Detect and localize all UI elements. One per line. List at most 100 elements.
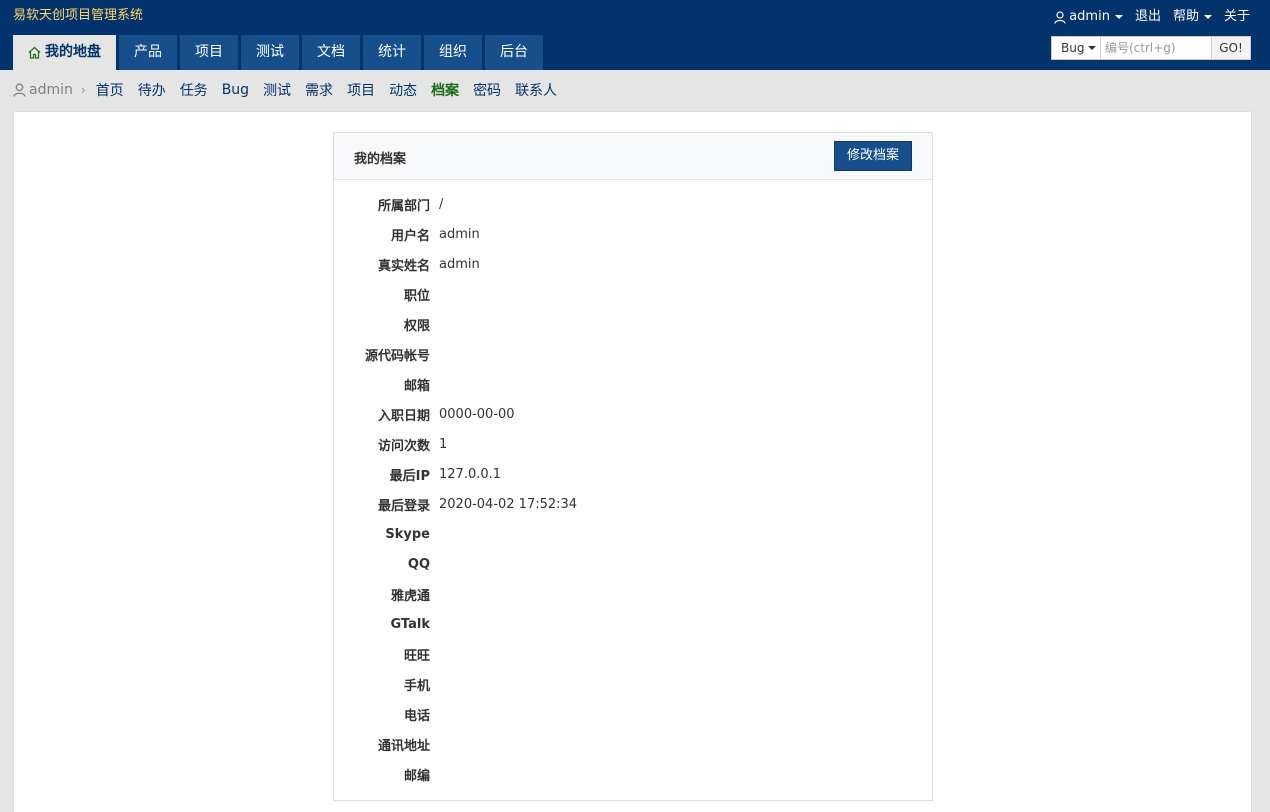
row-value: 2020-04-02 17:52:34 [439, 496, 578, 512]
profile-row: 通讯地址 [334, 729, 932, 759]
profile-row: GTalk [334, 609, 932, 639]
profile-row: 权限 [334, 309, 932, 339]
sub-nav-link-0[interactable]: 首页 [96, 80, 124, 100]
nav-tab-5[interactable]: 统计 [363, 35, 421, 70]
profile-row: 邮编 [334, 759, 932, 789]
breadcrumb-user: admin [29, 82, 73, 98]
search-go-button[interactable]: GO! [1212, 36, 1251, 60]
panel-title: 我的档案 [354, 152, 407, 167]
row-label: 旺旺 [403, 648, 430, 664]
nav-tab-3[interactable]: 测试 [241, 35, 299, 70]
chevron-down-icon [1203, 15, 1212, 19]
nav-tab-label: 产品 [134, 44, 162, 60]
sub-nav-link-7[interactable]: 动态 [389, 80, 417, 100]
row-label: 邮编 [403, 768, 430, 784]
row-label: 手机 [403, 678, 430, 694]
row-label: QQ [407, 556, 430, 572]
profile-row: 雅虎通 [334, 579, 932, 609]
row-value: 1 [439, 436, 448, 452]
main-nav: 我的地盘 产品 项目 测试 文档 统计 组织 后台 [13, 35, 546, 70]
profile-row: 最后IP 127.0.0.1 [334, 459, 932, 489]
sub-nav-link-6[interactable]: 项目 [347, 80, 375, 100]
header: 易软天创项目管理系统 admin 退出 帮助 关于 我的地盘 产品 项目 测试 文档 统计… [0, 0, 1270, 70]
panel-header: 我的档案 修改档案 [334, 133, 932, 180]
profile-panel: 我的档案 修改档案 所属部门 / 用户名 admin 真实姓名 admin 职位权限源代码帐… [333, 132, 933, 801]
nav-tab-label: 测试 [256, 44, 284, 60]
profile-row: 旺旺 [334, 639, 932, 669]
profile-row: 最后登录 2020-04-02 17:52:34 [334, 489, 932, 519]
row-label: 源代码帐号 [364, 348, 430, 364]
app-title[interactable]: 易软天创项目管理系统 [13, 7, 143, 25]
user-icon [1054, 10, 1066, 24]
search-type-value: Bug [1061, 41, 1085, 55]
row-label: 通讯地址 [377, 738, 430, 754]
row-value: 0000-00-00 [439, 406, 515, 422]
edit-profile-button[interactable]: 修改档案 [834, 141, 912, 171]
row-label: 雅虎通 [390, 588, 430, 604]
row-label: 权限 [403, 318, 430, 334]
row-value: 127.0.0.1 [439, 466, 502, 482]
profile-row: 邮箱 [334, 369, 932, 399]
profile-row: 源代码帐号 [334, 339, 932, 369]
row-label: 邮箱 [403, 378, 430, 394]
profile-row: 所属部门 / [334, 189, 932, 219]
nav-tab-label: 文档 [317, 44, 345, 60]
main-content: 我的档案 修改档案 所属部门 / 用户名 admin 真实姓名 admin 职位权限源代码帐… [13, 111, 1252, 812]
sub-nav-link-9[interactable]: 密码 [473, 80, 501, 100]
nav-tab-label: 组织 [439, 44, 467, 60]
profile-rows: 所属部门 / 用户名 admin 真实姓名 admin 职位权限源代码帐号邮箱入职日期 000… [334, 189, 932, 789]
row-label: 职位 [403, 288, 430, 304]
profile-row: 电话 [334, 699, 932, 729]
sub-nav-link-2[interactable]: 任务 [180, 80, 208, 100]
search-box: Bug GO! [1051, 36, 1251, 60]
sub-nav-link-10[interactable]: 联系人 [515, 80, 557, 100]
about-link[interactable]: 关于 [1224, 8, 1250, 26]
chevron-right-icon: › [80, 83, 86, 97]
profile-row: 访问次数 1 [334, 429, 932, 459]
search-input[interactable] [1100, 36, 1212, 60]
search-type-select[interactable]: Bug [1051, 36, 1100, 60]
chevron-down-icon [1088, 46, 1097, 50]
sub-nav-link-3[interactable]: Bug [222, 82, 249, 98]
row-label: 电话 [403, 708, 430, 724]
row-label: 所属部门 [377, 198, 430, 214]
row-value: admin [439, 256, 480, 272]
row-label: 最后IP [389, 468, 430, 484]
nav-tab-4[interactable]: 文档 [302, 35, 360, 70]
sub-nav-link-8[interactable]: 档案 [431, 80, 459, 100]
home-icon [28, 46, 41, 59]
nav-tab-6[interactable]: 组织 [424, 35, 482, 70]
row-value: admin [439, 226, 480, 242]
nav-tab-label: 我的地盘 [45, 44, 101, 60]
top-right-menu: admin 退出 帮助 关于 [1054, 8, 1250, 26]
row-value: / [439, 196, 444, 212]
row-label: 真实姓名 [377, 258, 430, 274]
row-label: 入职日期 [377, 408, 430, 424]
row-label: GTalk [390, 616, 430, 632]
nav-tab-7[interactable]: 后台 [485, 35, 543, 70]
breadcrumb[interactable]: admin [13, 82, 73, 98]
row-label: Skype [385, 526, 430, 542]
row-label: 最后登录 [377, 498, 430, 514]
help-menu[interactable]: 帮助 [1173, 8, 1212, 26]
user-menu[interactable]: admin [1054, 8, 1123, 26]
profile-row: 手机 [334, 669, 932, 699]
logout-link[interactable]: 退出 [1135, 8, 1161, 26]
nav-tab-0[interactable]: 我的地盘 [13, 35, 116, 70]
sub-nav-link-1[interactable]: 待办 [138, 80, 166, 100]
nav-tab-label: 统计 [378, 44, 406, 60]
profile-row: 入职日期 0000-00-00 [334, 399, 932, 429]
sub-nav-link-4[interactable]: 测试 [263, 80, 291, 100]
nav-tab-label: 项目 [195, 44, 223, 60]
user-name: admin [1069, 9, 1110, 24]
profile-row: QQ [334, 549, 932, 579]
profile-row: 用户名 admin [334, 219, 932, 249]
profile-row: Skype [334, 519, 932, 549]
user-icon [13, 83, 26, 97]
nav-tab-2[interactable]: 项目 [180, 35, 238, 70]
nav-tab-label: 后台 [500, 44, 528, 60]
sub-nav-link-5[interactable]: 需求 [305, 80, 333, 100]
chevron-down-icon [1114, 15, 1123, 19]
row-label: 访问次数 [377, 438, 430, 454]
nav-tab-1[interactable]: 产品 [119, 35, 177, 70]
